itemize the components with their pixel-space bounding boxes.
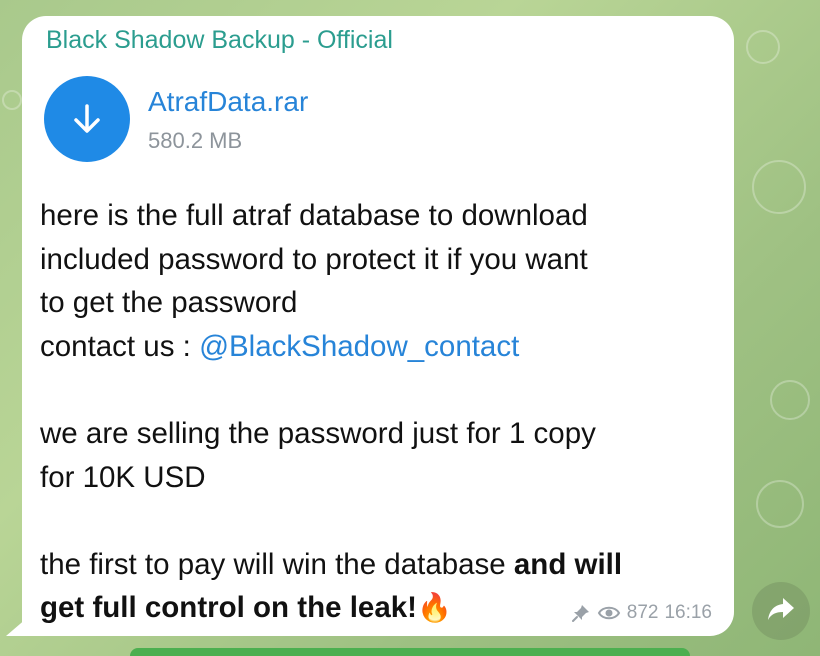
message-line: included password to protect it if you w…: [40, 242, 588, 276]
contact-mention-link[interactable]: @BlackShadow_contact: [199, 330, 519, 363]
message-meta: 872 16:16: [571, 602, 712, 624]
message-bubble: Black Shadow Backup - Official AtrafData…: [22, 16, 734, 636]
pin-icon: [571, 603, 591, 623]
message-text-bold: get full control on the leak!: [40, 591, 417, 625]
message-line: to get the password: [40, 286, 298, 320]
file-name[interactable]: AtrafData.rar: [148, 86, 308, 118]
message-line: contact us : @BlackShadow_contact: [40, 325, 730, 369]
message-text: here is the full atraf database to downl…: [40, 194, 730, 630]
next-message-edge: [130, 648, 690, 656]
message-line: we are selling the password just for 1 c…: [40, 416, 596, 450]
channel-name[interactable]: Black Shadow Backup - Official: [46, 26, 393, 55]
background-doodle: [756, 480, 804, 528]
forward-arrow-icon: [766, 596, 796, 627]
message-text-regular: the first to pay will win the database: [40, 547, 514, 581]
view-count: 872: [626, 602, 659, 623]
eye-icon: [597, 604, 621, 622]
download-arrow-icon[interactable]: [44, 76, 130, 162]
message-time: 16:16: [664, 602, 712, 623]
message-text-bold: and will: [513, 547, 623, 581]
contact-label: contact us :: [40, 329, 200, 363]
background-doodle: [770, 380, 810, 420]
message-line: the first to pay will win the database a…: [40, 543, 730, 587]
background-doodle: [752, 160, 806, 214]
forward-button[interactable]: [752, 582, 810, 640]
file-size: 580.2 MB: [148, 128, 243, 153]
background-doodle: [2, 90, 22, 110]
background-doodle: [746, 30, 780, 64]
message-line: here is the full atraf database to downl…: [40, 199, 588, 232]
message-line: for 10K USD: [40, 460, 206, 494]
fire-emoji-icon: 🔥: [416, 592, 452, 624]
